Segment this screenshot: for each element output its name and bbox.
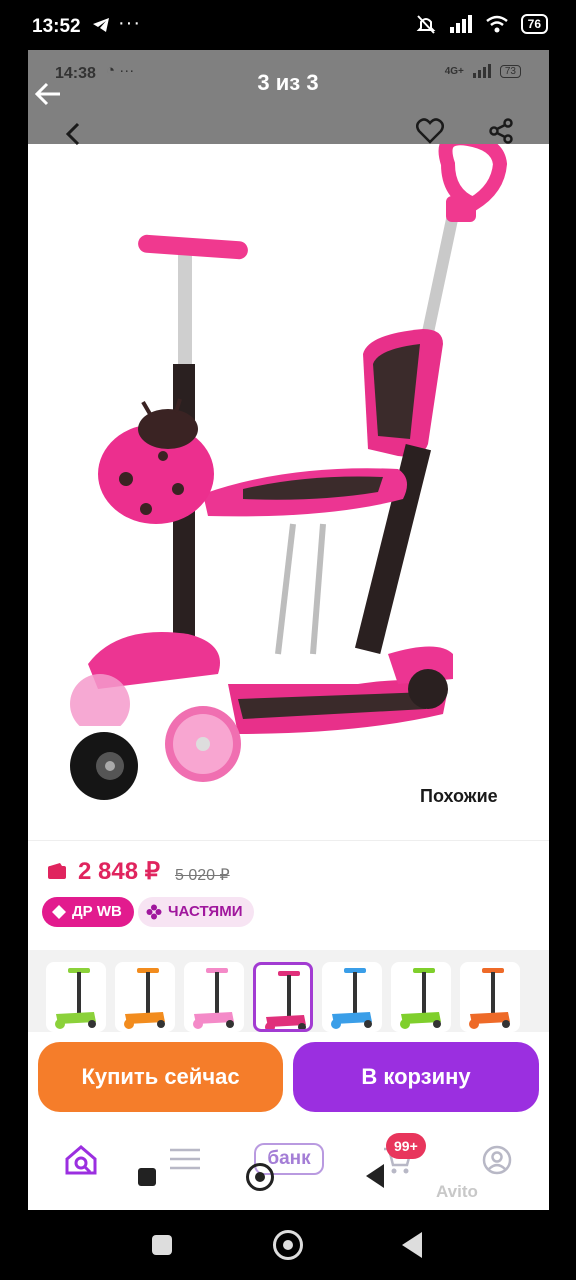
- similar-products-label[interactable]: Похожие: [420, 786, 498, 807]
- price-panel: 2 848 ₽ 5 020 ₽ ДР WB ЧАСТЯМИ: [28, 840, 549, 940]
- profile-icon[interactable]: [482, 1145, 512, 1175]
- color-thumbnail[interactable]: [46, 962, 106, 1032]
- installments-icon: [146, 904, 162, 920]
- wb-birthday-badge[interactable]: ДР WB: [42, 897, 134, 927]
- color-thumbnail[interactable]: [253, 962, 313, 1032]
- catalog-menu-icon[interactable]: [170, 1147, 200, 1171]
- mute-icon: [416, 15, 436, 34]
- app-bottom-nav: банк 99+: [28, 1125, 549, 1187]
- color-thumbnail[interactable]: [391, 962, 451, 1032]
- current-price: 2 848 ₽: [78, 858, 160, 885]
- color-thumbnails: [28, 950, 549, 1032]
- share-icon[interactable]: [488, 118, 514, 144]
- inner-back-icon: [366, 1164, 384, 1188]
- telegram-icon: [92, 17, 110, 38]
- outer-clock: 13:52: [32, 16, 81, 37]
- back-chevron-icon[interactable]: [64, 122, 82, 146]
- color-thumbnail[interactable]: [184, 962, 244, 1032]
- installments-label: ЧАСТЯМИ: [168, 903, 243, 920]
- recents-button-icon[interactable]: [152, 1235, 172, 1255]
- home-button-icon[interactable]: [273, 1230, 303, 1260]
- back-button-icon[interactable]: [402, 1232, 422, 1258]
- battery-indicator: 76: [520, 14, 548, 34]
- wallet-icon: [48, 863, 66, 879]
- heart-icon[interactable]: [416, 118, 444, 144]
- outer-status-bar: 13:52 ··· 76: [0, 0, 576, 56]
- installments-badge[interactable]: ЧАСТЯМИ: [138, 897, 255, 927]
- signal-icon: [449, 15, 472, 33]
- cart-count-badge: 99+: [386, 1133, 426, 1159]
- buy-now-button[interactable]: Купить сейчас: [38, 1042, 283, 1112]
- color-thumbnail[interactable]: [115, 962, 175, 1032]
- product-header: [28, 94, 549, 144]
- inner-recents-icon: [138, 1168, 156, 1186]
- wifi-icon: [485, 15, 508, 33]
- inner-home-icon: [246, 1163, 274, 1191]
- product-photo[interactable]: Похожие: [28, 131, 549, 824]
- screen: 13:52 ··· 76 14:38 ◔ ··· 4G+ 73 Похожие …: [0, 0, 576, 1280]
- old-price: 5 020 ₽: [175, 867, 230, 884]
- color-thumbnail[interactable]: [460, 962, 520, 1032]
- wb-badge-label: ДР WB: [72, 903, 122, 920]
- watermark-logo: Avito: [436, 1182, 478, 1201]
- color-thumbnail[interactable]: [322, 962, 382, 1032]
- home-search-icon[interactable]: [64, 1143, 98, 1177]
- inner-screenshot: 14:38 ◔ ··· 4G+ 73 Похожие 2 848 ₽ 5 020…: [28, 50, 549, 1210]
- tag-icon: [52, 905, 66, 919]
- scooter-illustration: [64, 131, 508, 806]
- more-notifications-icon: ···: [118, 12, 141, 34]
- outer-status-icons: 76: [415, 14, 548, 34]
- add-to-cart-button[interactable]: В корзину: [293, 1042, 539, 1112]
- viewer-page-counter: 3 из 3: [257, 70, 319, 95]
